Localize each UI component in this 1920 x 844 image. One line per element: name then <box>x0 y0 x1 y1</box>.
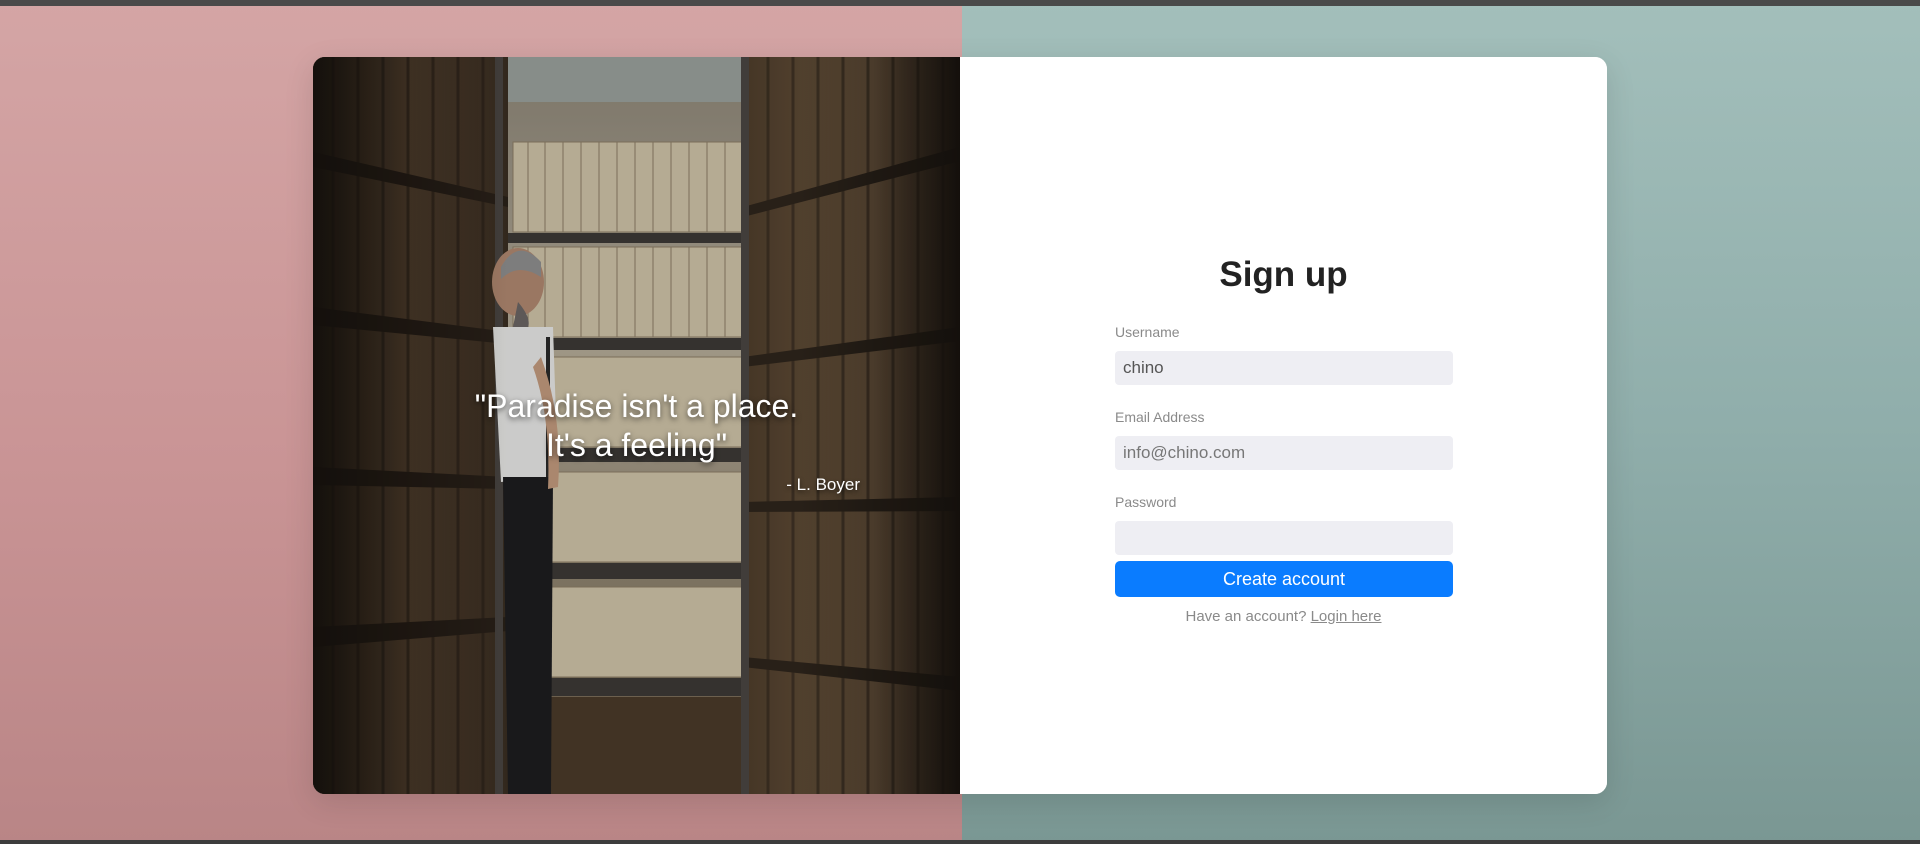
email-input[interactable] <box>1115 436 1453 470</box>
quote-line-2: It's a feeling" <box>545 427 728 463</box>
login-row: Have an account? Login here <box>960 608 1607 625</box>
quote-author: - L. Boyer <box>786 475 860 494</box>
username-label: Username <box>1115 324 1180 340</box>
password-label: Password <box>1115 494 1177 510</box>
login-link[interactable]: Login here <box>1311 608 1382 625</box>
quote-line-1: "Paradise isn't a place. <box>474 388 799 424</box>
quote-block: "Paradise isn't a place. It's a feeling"… <box>313 387 960 494</box>
login-prompt: Have an account? <box>1185 608 1311 625</box>
bottom-edge-strip <box>0 840 1920 844</box>
photo-panel: "Paradise isn't a place. It's a feeling"… <box>313 57 960 794</box>
top-edge-strip <box>0 0 1920 6</box>
create-account-button[interactable]: Create account <box>1115 561 1453 597</box>
email-label: Email Address <box>1115 409 1205 425</box>
signup-card: "Paradise isn't a place. It's a feeling"… <box>313 57 1607 794</box>
quote-text: "Paradise isn't a place. It's a feeling" <box>437 387 837 465</box>
password-input[interactable] <box>1115 521 1453 555</box>
username-input[interactable] <box>1115 351 1453 385</box>
signup-form-panel: Sign up Username Email Address Password … <box>960 57 1607 794</box>
form-title: Sign up <box>1219 255 1348 294</box>
